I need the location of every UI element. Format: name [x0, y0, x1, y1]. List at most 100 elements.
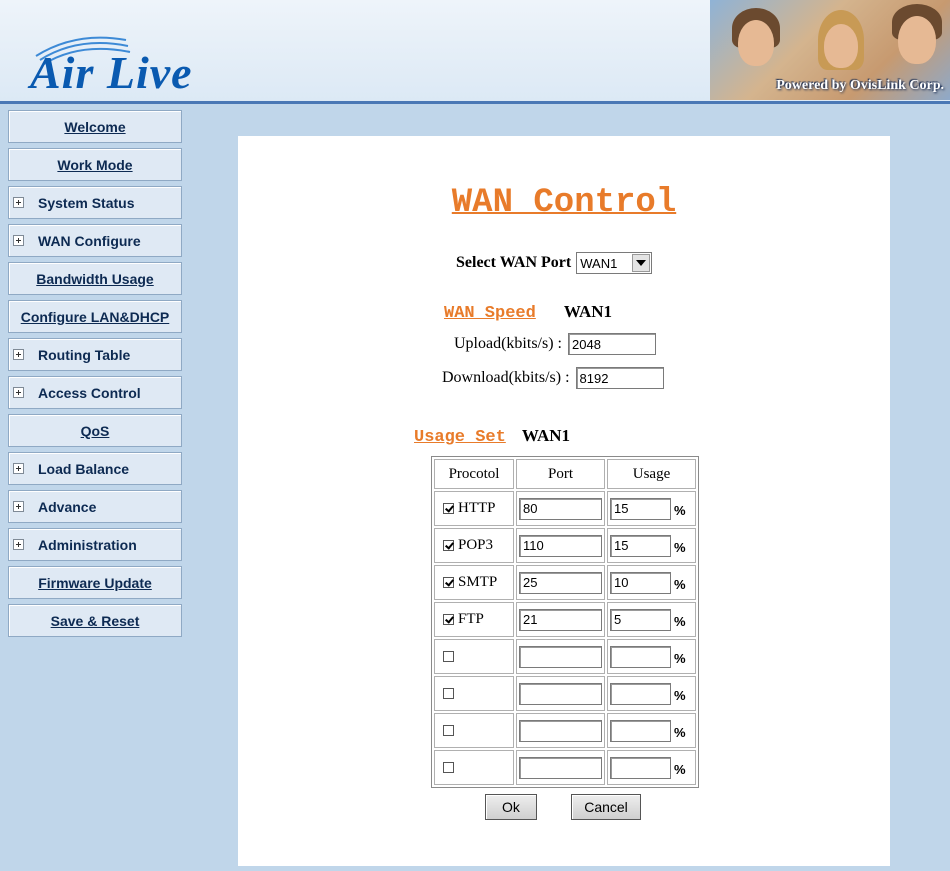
protocol-checkbox[interactable] [443, 688, 454, 699]
cancel-button[interactable]: Cancel [571, 794, 641, 820]
protocol-label: SMTP [458, 574, 498, 590]
wan-speed-port: WAN1 [563, 302, 612, 321]
port-input[interactable] [519, 497, 602, 520]
sidebar-item-label: Firmware Update [38, 574, 152, 591]
expand-plus-icon[interactable] [13, 235, 24, 246]
expand-plus-icon[interactable] [13, 539, 24, 550]
protocol-checkbox[interactable] [443, 651, 454, 662]
column-header-usage: Usage [607, 459, 696, 489]
expand-plus-icon[interactable] [13, 387, 24, 398]
sidebar-item-advance[interactable]: Advance [8, 490, 182, 523]
sidebar-item-label: Configure LAN&DHCP [20, 308, 170, 325]
table-row: % [434, 713, 696, 748]
protocol-label: POP3 [458, 537, 494, 553]
banner-caption: Powered by OvisLink Corp. [776, 78, 944, 93]
sidebar-item-configure-lan-dhcp[interactable]: Configure LAN&DHCP [8, 300, 182, 333]
port-cell [516, 602, 605, 637]
table-row: POP3% [434, 528, 696, 563]
protocol-cell [434, 713, 514, 748]
usage-input[interactable] [610, 719, 671, 742]
expand-plus-icon[interactable] [13, 349, 24, 360]
port-input[interactable] [519, 682, 602, 705]
protocol-checkbox[interactable] [443, 577, 454, 588]
main-panel: WAN Control Select WAN Port WAN1 WAN Spe… [238, 136, 890, 866]
percent-label: % [674, 761, 686, 777]
port-input[interactable] [519, 719, 602, 742]
percent-label: % [674, 613, 686, 629]
usage-input[interactable] [610, 497, 671, 520]
protocol-cell [434, 639, 514, 674]
sidebar-item-label: Save & Reset [50, 612, 140, 629]
sidebar-item-bandwidth-usage[interactable]: Bandwidth Usage [8, 262, 182, 295]
sidebar-item-load-balance[interactable]: Load Balance [8, 452, 182, 485]
percent-label: % [674, 724, 686, 740]
usage-input[interactable] [610, 645, 671, 668]
protocol-cell: HTTP [434, 491, 514, 526]
usage-input[interactable] [610, 682, 671, 705]
protocol-checkbox[interactable] [443, 762, 454, 773]
port-input[interactable] [519, 571, 602, 594]
expand-plus-icon[interactable] [13, 197, 24, 208]
percent-label: % [674, 539, 686, 555]
usage-input[interactable] [610, 608, 671, 631]
protocol-cell: SMTP [434, 565, 514, 600]
sidebar-item-work-mode[interactable]: Work Mode [8, 148, 182, 181]
sidebar-item-administration[interactable]: Administration [8, 528, 182, 561]
percent-label: % [674, 502, 686, 518]
port-input[interactable] [519, 608, 602, 631]
port-cell [516, 565, 605, 600]
wan-speed-title: WAN Speed [444, 304, 536, 323]
wan-port-select-value: WAN1 [580, 255, 618, 271]
table-header-row: Procotol Port Usage [434, 459, 696, 489]
sidebar-item-save-reset[interactable]: Save & Reset [8, 604, 182, 637]
port-cell [516, 528, 605, 563]
sidebar-item-system-status[interactable]: System Status [8, 186, 182, 219]
sidebar-item-wan-configure[interactable]: WAN Configure [8, 224, 182, 257]
port-cell [516, 713, 605, 748]
expand-plus-icon[interactable] [13, 501, 24, 512]
ok-button[interactable]: Ok [485, 794, 537, 820]
sidebar-item-qos[interactable]: QoS [8, 414, 182, 447]
protocol-checkbox[interactable] [443, 614, 454, 625]
chevron-down-icon[interactable] [632, 254, 651, 272]
wan-speed-heading: WAN Speed WAN1 [444, 302, 612, 323]
percent-label: % [674, 687, 686, 703]
download-row: Download(kbits/s) : [442, 367, 664, 389]
port-input[interactable] [519, 756, 602, 779]
protocol-checkbox[interactable] [443, 503, 454, 514]
sidebar-item-welcome[interactable]: Welcome [8, 110, 182, 143]
sidebar-item-label: Advance [38, 498, 97, 515]
column-header-port: Port [516, 459, 605, 489]
wan-port-select[interactable]: WAN1 [576, 252, 653, 274]
usage-input[interactable] [610, 756, 671, 779]
sidebar-item-access-control[interactable]: Access Control [8, 376, 182, 409]
usage-set-heading: Usage Set WAN1 [414, 426, 570, 447]
port-cell [516, 750, 605, 785]
expand-plus-icon[interactable] [13, 463, 24, 474]
usage-cell: % [607, 565, 696, 600]
percent-label: % [674, 576, 686, 592]
logo-text: Air Live [30, 47, 193, 98]
sidebar-nav: Welcome Work Mode System Status WAN Configu… [8, 110, 182, 642]
percent-label: % [674, 650, 686, 666]
sidebar-item-routing-table[interactable]: Routing Table [8, 338, 182, 371]
usage-input[interactable] [610, 571, 671, 594]
sidebar-item-firmware-update[interactable]: Firmware Update [8, 566, 182, 599]
upload-row: Upload(kbits/s) : [454, 333, 656, 355]
page-title: WAN Control [451, 184, 677, 222]
upload-input[interactable] [568, 333, 656, 355]
sidebar-item-label: Welcome [64, 118, 126, 135]
usage-input[interactable] [610, 534, 671, 557]
protocol-checkbox[interactable] [443, 725, 454, 736]
download-label: Download(kbits/s) : [442, 369, 570, 386]
port-cell [516, 639, 605, 674]
protocol-cell [434, 750, 514, 785]
download-input[interactable] [575, 367, 664, 389]
table-row: % [434, 639, 696, 674]
port-input[interactable] [519, 534, 602, 557]
port-input[interactable] [519, 645, 602, 668]
column-header-protocol: Procotol [434, 459, 514, 489]
protocol-checkbox[interactable] [443, 540, 454, 551]
upload-label: Upload(kbits/s) : [454, 335, 562, 352]
usage-cell: % [607, 676, 696, 711]
